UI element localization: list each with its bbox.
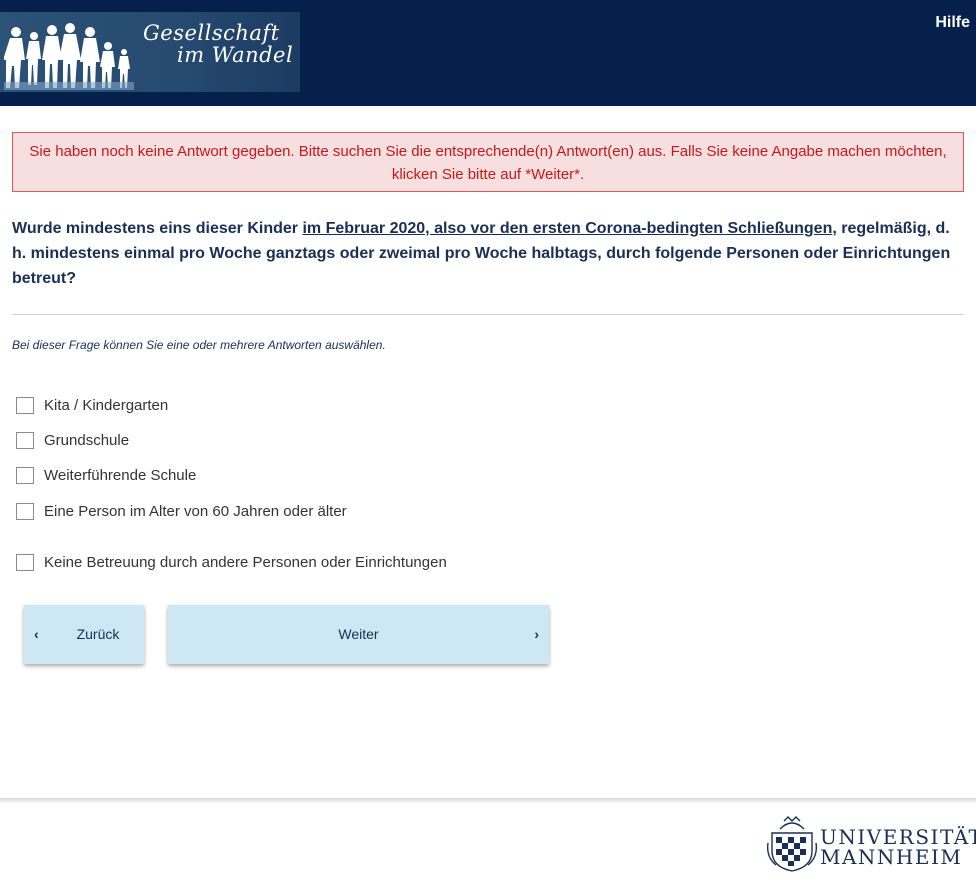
- next-button[interactable]: Weiter ›: [168, 605, 549, 664]
- footer-divider: [0, 798, 976, 804]
- option-kita-kindergarten[interactable]: Kita / Kindergarten: [16, 395, 168, 415]
- option-grundschule[interactable]: Grundschule: [16, 430, 129, 450]
- checkbox[interactable]: [16, 431, 34, 449]
- chevron-right-icon: ›: [534, 626, 539, 642]
- option-label: Keine Betreuung durch andere Personen od…: [44, 553, 447, 571]
- header-bar: Gesellschaft im Wandel Hilfe: [0, 0, 976, 106]
- university-name: UNIVERSITÄT MANNHEIM: [820, 827, 976, 867]
- gesellschaft-im-wandel-logo: Gesellschaft im Wandel: [0, 12, 300, 92]
- help-link[interactable]: Hilfe: [935, 14, 970, 32]
- university-name-line-2: MANNHEIM: [820, 845, 963, 869]
- option-keine-betreuung[interactable]: Keine Betreuung durch andere Personen od…: [16, 552, 447, 572]
- universitaet-mannheim-logo: UNIVERSITÄT MANNHEIM: [766, 815, 976, 873]
- checkbox[interactable]: [16, 502, 34, 520]
- checkbox[interactable]: [16, 466, 34, 484]
- option-label: Weiterführende Schule: [44, 466, 197, 484]
- logo-line-2: im Wandel: [177, 43, 294, 67]
- divider: [12, 314, 964, 315]
- option-label: Eine Person im Alter von 60 Jahren oder …: [44, 502, 347, 520]
- logo-line-1: Gesellschaft: [143, 21, 280, 45]
- back-button-label: Zurück: [76, 626, 120, 642]
- option-person-60-plus[interactable]: Eine Person im Alter von 60 Jahren oder …: [16, 501, 347, 521]
- logo-text: Gesellschaft im Wandel: [143, 22, 293, 66]
- next-button-label: Weiter: [338, 626, 379, 642]
- question-text: Wurde mindestens eins dieser Kinder im F…: [12, 216, 962, 291]
- checkbox[interactable]: [16, 553, 34, 571]
- question-text-part-1: Wurde mindestens eins dieser Kinder: [12, 220, 303, 237]
- option-label: Grundschule: [44, 431, 130, 449]
- people-silhouettes-icon: [4, 23, 134, 90]
- question-hint: Bei dieser Frage können Sie eine oder me…: [12, 338, 386, 352]
- question-text-underlined: im Februar 2020, also vor den ersten Cor…: [302, 220, 833, 237]
- error-alert: Sie haben noch keine Antwort gegeben. Bi…: [12, 132, 964, 192]
- university-crest-icon: [766, 816, 818, 872]
- university-name-line-1: UNIVERSITÄT: [820, 825, 976, 849]
- option-weiterfuehrende-schule[interactable]: Weiterführende Schule: [16, 465, 196, 485]
- option-label: Kita / Kindergarten: [44, 396, 169, 414]
- back-button[interactable]: ‹ Zurück: [24, 605, 144, 664]
- checkbox[interactable]: [16, 396, 34, 414]
